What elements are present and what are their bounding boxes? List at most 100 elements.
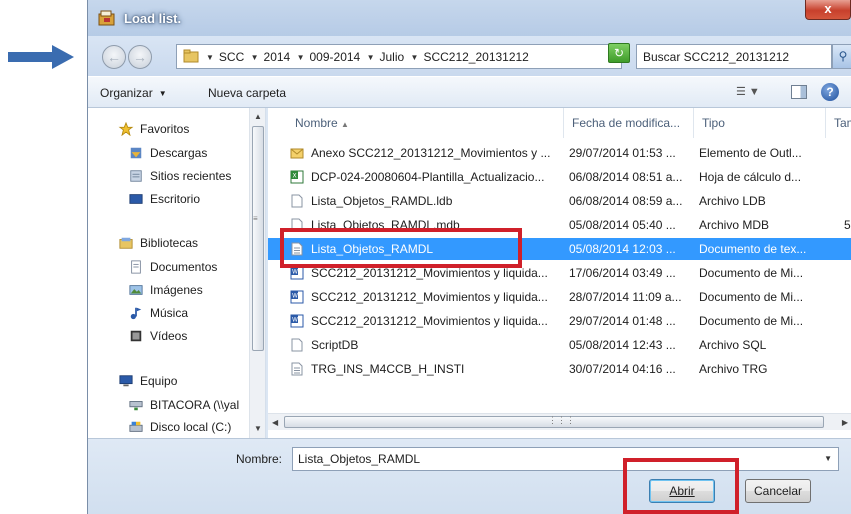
load-list-dialog: Load list. x ← → ▼ SCC ▼ 2014 ▼ 009-2014 ▼ J… bbox=[87, 0, 851, 514]
file-size: 5 bbox=[844, 218, 851, 232]
dialog-footer: Nombre: Lista_Objetos_RAMDL ▼ Abrir Canc… bbox=[88, 438, 851, 514]
generic-file-icon bbox=[291, 194, 303, 208]
nav-scrollbar[interactable]: ▲ ≡ ▼ bbox=[249, 108, 265, 438]
word-file-icon: W bbox=[290, 290, 304, 304]
file-row[interactable]: ScriptDB 05/08/2014 12:43 ... Archivo SQL bbox=[268, 334, 851, 356]
file-date: 05/08/2014 12:43 ... bbox=[569, 338, 676, 352]
folder-icon bbox=[183, 49, 199, 63]
nav-item-label: Música bbox=[150, 306, 189, 320]
file-name: ScriptDB bbox=[311, 338, 359, 352]
file-date: 29/07/2014 01:48 ... bbox=[569, 314, 676, 328]
column-header-type[interactable]: Tipo bbox=[694, 108, 826, 138]
app-icon bbox=[98, 10, 115, 26]
nav-item-label: Equipo bbox=[140, 374, 178, 388]
file-row[interactable]: W SCC212_20131212_Movimientos y liquida..… bbox=[268, 310, 851, 332]
file-size bbox=[844, 310, 851, 332]
filename-label: Nombre: bbox=[236, 452, 283, 466]
file-type: Archivo SQL bbox=[699, 338, 767, 352]
file-row[interactable]: W SCC212_20131212_Movimientos y liquida..… bbox=[268, 286, 851, 308]
column-header-size[interactable]: Tam bbox=[826, 108, 851, 138]
close-button[interactable]: x bbox=[805, 0, 851, 20]
documents-icon bbox=[131, 260, 141, 274]
file-name: SCC212_20131212_Movimientos y liquida... bbox=[311, 314, 548, 328]
organize-menu[interactable]: Organizar ▼ bbox=[100, 86, 167, 100]
cancel-button[interactable]: Cancelar bbox=[745, 479, 811, 503]
breadcrumb-item[interactable]: Julio bbox=[379, 50, 404, 64]
computer-icon bbox=[119, 375, 133, 387]
file-date: 28/07/2014 11:09 a... bbox=[569, 290, 682, 304]
nav-item-label: BITACORA (\\yal bbox=[150, 398, 240, 412]
chevron-down-icon[interactable]: ▼ bbox=[297, 53, 305, 62]
horizontal-scrollbar[interactable]: ◀ ⋮⋮⋮ ▶ bbox=[268, 413, 851, 430]
chevron-down-icon[interactable]: ▼ bbox=[824, 448, 832, 470]
text-file-icon bbox=[291, 362, 303, 376]
help-icon[interactable]: ? bbox=[821, 83, 839, 101]
new-folder-button[interactable]: Nueva carpeta bbox=[208, 86, 286, 100]
file-row[interactable]: Lista_Objetos_RAMDL 05/08/2014 12:03 ... D… bbox=[268, 238, 851, 260]
scroll-left-icon[interactable]: ◀ bbox=[272, 414, 278, 431]
scroll-down-icon[interactable]: ▼ bbox=[250, 420, 265, 437]
file-type: Elemento de Outl... bbox=[699, 146, 802, 160]
file-row[interactable]: Lista_Objetos_RAMDL.ldb 06/08/2014 08:59 … bbox=[268, 190, 851, 212]
address-bar[interactable]: ▼ SCC ▼ 2014 ▼ 009-2014 ▼ Julio ▼ SCC212_2013… bbox=[176, 44, 691, 69]
file-type: Archivo LDB bbox=[699, 194, 766, 208]
svg-text:W: W bbox=[292, 317, 298, 324]
breadcrumb: ▼ SCC ▼ 2014 ▼ 009-2014 ▼ Julio ▼ SCC212_2013… bbox=[203, 50, 529, 64]
desktop-icon bbox=[129, 194, 143, 204]
breadcrumb-item[interactable]: 2014 bbox=[264, 50, 291, 64]
breadcrumb-item[interactable]: 009-2014 bbox=[310, 50, 361, 64]
open-button-label: Abrir bbox=[669, 484, 695, 498]
file-row[interactable]: X DCP-024-20080604-Plantilla_Actualizacio… bbox=[268, 166, 851, 188]
file-date: 05/08/2014 12:03 ... bbox=[569, 242, 676, 256]
file-date: 30/07/2014 04:16 ... bbox=[569, 362, 676, 376]
column-header-name[interactable]: Nombre ▲ bbox=[268, 108, 564, 138]
filename-input[interactable]: Lista_Objetos_RAMDL ▼ bbox=[292, 447, 839, 471]
file-name: Lista_Objetos_RAMDL.mdb bbox=[311, 218, 460, 232]
back-button[interactable]: ← bbox=[102, 45, 126, 69]
chevron-down-icon[interactable]: ▼ bbox=[251, 53, 259, 62]
chevron-down-icon[interactable]: ▼ bbox=[411, 53, 419, 62]
file-size bbox=[844, 334, 851, 356]
file-type: Documento de tex... bbox=[699, 242, 807, 256]
file-date: 06/08/2014 08:59 a... bbox=[569, 194, 683, 208]
file-row[interactable]: TRG_INS_M4CCB_H_INSTI 30/07/2014 04:16 ..… bbox=[268, 358, 851, 380]
chevron-down-icon[interactable]: ▼ bbox=[367, 53, 375, 62]
music-icon bbox=[130, 307, 142, 320]
change-view-icon[interactable]: ☰ ▼ bbox=[736, 85, 780, 101]
refresh-button[interactable]: ↻ bbox=[608, 43, 630, 63]
file-name: SCC212_20131212_Movimientos y liquida... bbox=[311, 266, 548, 280]
column-header-date[interactable]: Fecha de modifica... bbox=[564, 108, 694, 138]
scroll-up-icon[interactable]: ▲ bbox=[250, 108, 265, 125]
chevron-down-icon[interactable]: ▼ bbox=[206, 53, 214, 62]
nav-item-label: Disco local (C:) bbox=[150, 420, 232, 434]
svg-text:X: X bbox=[293, 173, 297, 180]
search-icon[interactable]: ⚲ bbox=[832, 44, 851, 69]
search-input[interactable]: Buscar SCC212_20131212 bbox=[636, 44, 832, 69]
file-date: 06/08/2014 08:51 a... bbox=[569, 170, 683, 184]
file-name: SCC212_20131212_Movimientos y liquida... bbox=[311, 290, 548, 304]
scrollbar-thumb[interactable] bbox=[252, 126, 264, 351]
file-name: Anexo SCC212_20131212_Movimientos y ... bbox=[311, 146, 551, 160]
file-row[interactable]: Lista_Objetos_RAMDL.mdb 05/08/2014 05:40 … bbox=[268, 214, 851, 236]
generic-file-icon bbox=[291, 218, 303, 232]
file-size bbox=[844, 190, 851, 212]
file-type: Documento de Mi... bbox=[699, 266, 804, 280]
breadcrumb-item[interactable]: SCC bbox=[219, 50, 244, 64]
organize-label: Organizar bbox=[100, 86, 153, 100]
file-size bbox=[844, 262, 851, 284]
file-row[interactable]: W SCC212_20131212_Movimientos y liquida..… bbox=[268, 262, 851, 284]
file-row[interactable]: Anexo SCC212_20131212_Movimientos y ... 2… bbox=[268, 142, 851, 164]
chevron-down-icon: ▼ bbox=[158, 89, 167, 98]
preview-pane-icon[interactable] bbox=[791, 85, 807, 99]
pictures-icon bbox=[129, 285, 143, 295]
grip-icon: ⋮⋮⋮ bbox=[548, 415, 575, 425]
star-icon bbox=[118, 122, 134, 136]
nav-item-label: Documentos bbox=[150, 260, 218, 274]
breadcrumb-item[interactable]: SCC212_20131212 bbox=[423, 50, 528, 64]
forward-button[interactable]: → bbox=[128, 45, 152, 69]
downloads-icon bbox=[130, 147, 142, 159]
open-button[interactable]: Abrir bbox=[649, 479, 715, 503]
file-type: Archivo MDB bbox=[699, 218, 770, 232]
scrollbar-thumb[interactable]: ⋮⋮⋮ bbox=[284, 415, 824, 428]
scroll-right-icon[interactable]: ▶ bbox=[842, 414, 848, 431]
